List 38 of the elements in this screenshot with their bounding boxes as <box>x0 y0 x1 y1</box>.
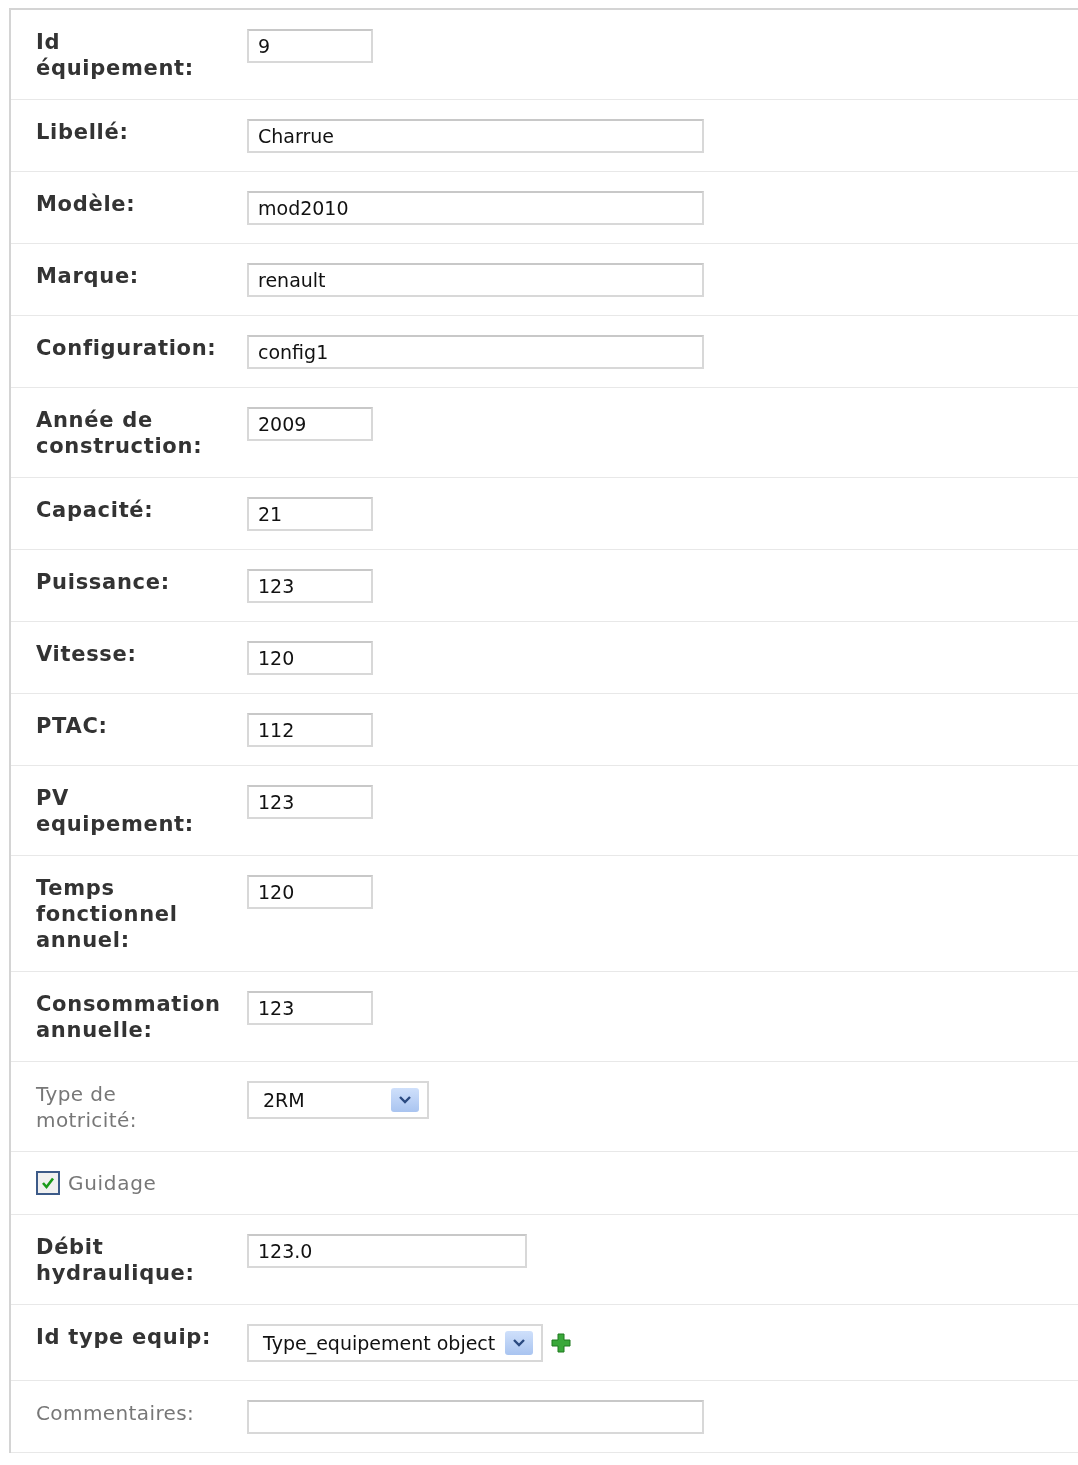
input-field[interactable] <box>247 1400 704 1434</box>
add-icon[interactable] <box>551 1333 572 1353</box>
input-field[interactable]: 123 <box>247 569 373 603</box>
input-field[interactable]: 123 <box>247 785 373 819</box>
input-field[interactable]: 123.0 <box>247 1234 527 1268</box>
input-field[interactable]: 9 <box>247 29 373 63</box>
field-label: Commentaires: <box>36 1400 195 1426</box>
field-label: PTAC: <box>36 713 108 739</box>
field-label: Puissance: <box>36 569 170 595</box>
input-field[interactable]: 112 <box>247 713 373 747</box>
input-field[interactable]: 21 <box>247 497 373 531</box>
field-label: Capacité: <box>36 497 154 523</box>
field-label: Id équipement: <box>36 29 195 81</box>
check-icon <box>40 1175 56 1191</box>
input-field[interactable]: Charrue <box>247 119 704 153</box>
select-field[interactable]: Type_equipement object <box>247 1324 544 1362</box>
field-label: Libellé: <box>36 119 129 145</box>
input-field[interactable]: 120 <box>247 641 373 675</box>
field-label: Débit hydraulique: <box>36 1234 196 1286</box>
field-label: Type de motricité: <box>36 1081 138 1133</box>
input-field[interactable]: 123 <box>247 991 373 1025</box>
field-label: Marque: <box>36 263 139 289</box>
input-field[interactable]: 120 <box>247 875 373 909</box>
field-label: Consommation annuelle: <box>36 991 222 1043</box>
field-label: Temps fonctionnel annuel: <box>36 875 179 953</box>
field-label: Id type equip: <box>36 1324 212 1350</box>
input-field[interactable]: 2009 <box>247 407 373 441</box>
field-label: Modèle: <box>36 191 136 217</box>
input-field[interactable]: config1 <box>247 335 704 369</box>
input-field[interactable]: mod2010 <box>247 191 704 225</box>
select-field[interactable]: 2RM <box>247 1081 429 1119</box>
field-label: Vitesse: <box>36 641 137 667</box>
checkbox-label: Guidage <box>68 1170 157 1196</box>
field-label: PV equipement: <box>36 785 195 837</box>
input-field[interactable]: renault <box>247 263 704 297</box>
checkbox[interactable] <box>36 1171 60 1195</box>
field-label: Configuration: <box>36 335 217 361</box>
field-label: Année de construction: <box>36 407 204 459</box>
